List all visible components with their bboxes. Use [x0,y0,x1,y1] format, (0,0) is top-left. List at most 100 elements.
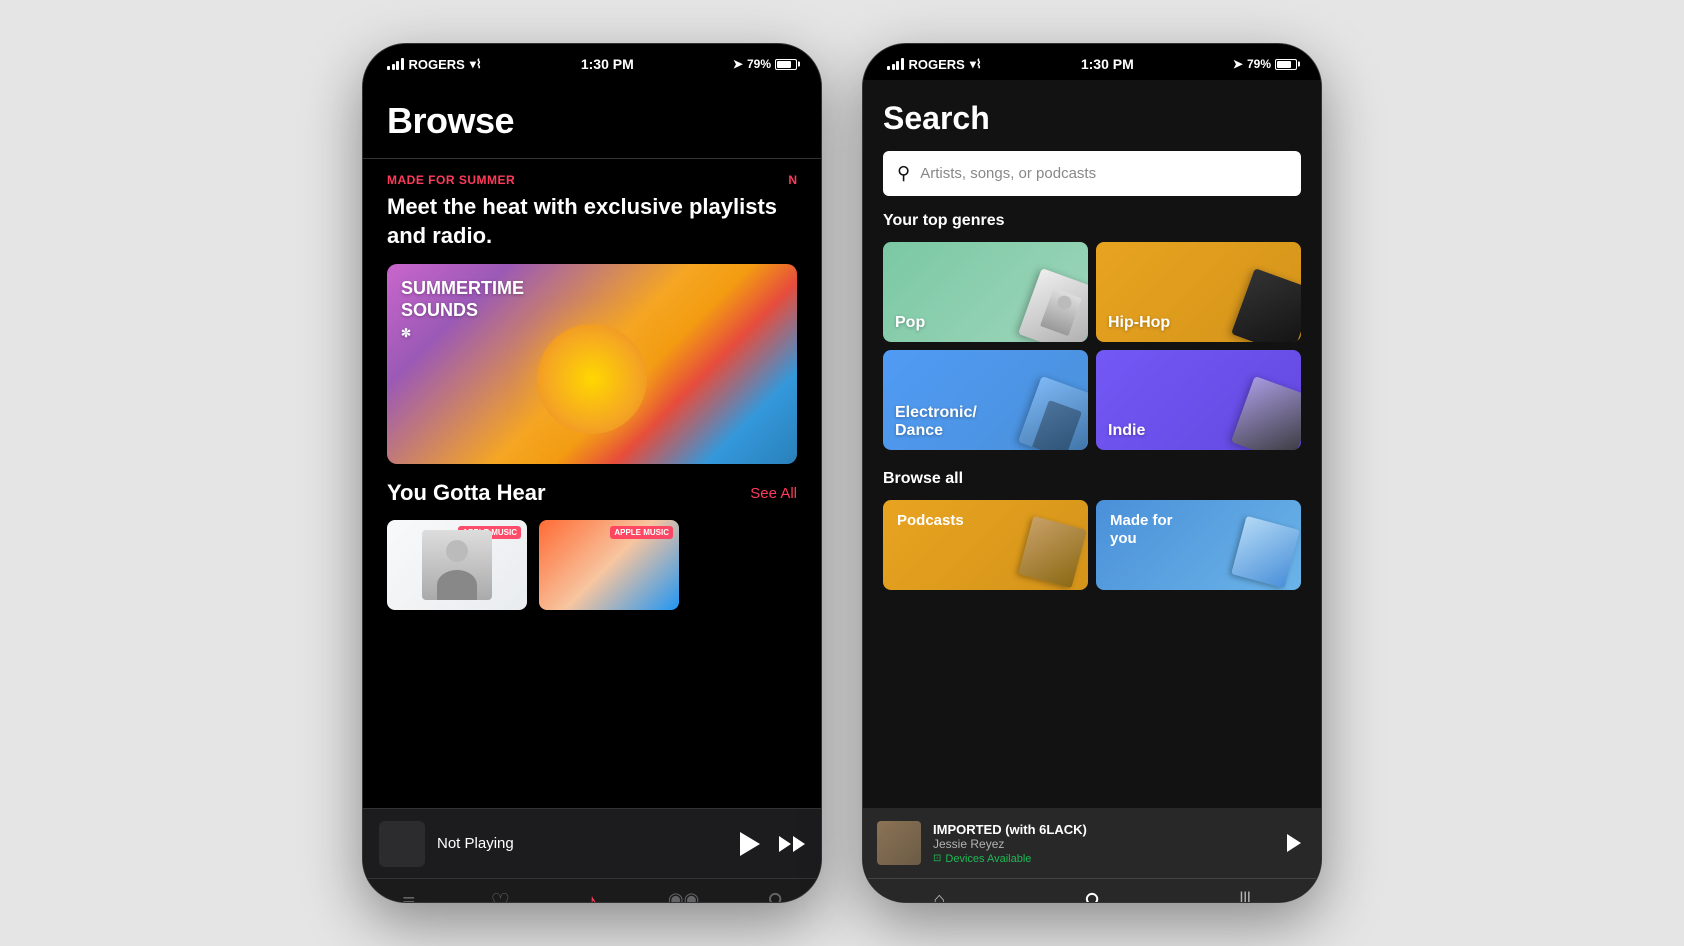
genre-hiphop-label: Hip-Hop [1108,314,1170,332]
device-icon: ⊡ [933,853,941,864]
genre-pop[interactable]: Pop [883,242,1088,342]
signal-bar [887,66,890,70]
tab-radio[interactable]: ◉◉ Radio [638,889,730,903]
play-icon [740,832,760,856]
genre-pop-label: Pop [895,314,925,332]
now-playing-bar[interactable]: Not Playing [363,808,821,878]
np-title: Not Playing [437,835,721,852]
location-icon-2: ➤ [1233,57,1243,71]
np-artwork [379,821,425,867]
promo-tag: MADE FOR SUMMER [387,173,515,187]
signal-bar [392,64,395,70]
horizontal-cards: APPLE MUSIC APPLE MUSIC [363,520,821,610]
genre-hiphop[interactable]: Hip-Hop [1096,242,1301,342]
signal-bar [896,61,899,70]
battery-icon-2 [1275,59,1297,70]
phone2-content[interactable]: Search ⚲ Artists, songs, or podcasts You… [863,80,1321,808]
browse-all-title: Browse all [883,470,1301,488]
status-bar-1: ROGERS ▾⌇ 1:30 PM ➤ 79% [363,44,821,80]
np2-artwork [877,821,921,865]
carrier-1: ROGERS [409,57,465,72]
card-person-1 [422,530,492,600]
promo-row: MADE FOR SUMMER N [387,173,797,193]
browse-podcasts[interactable]: Podcasts [883,500,1088,590]
status-right-2: ➤ 79% [1233,57,1297,71]
search-icon-1: ⚲ [767,889,783,903]
section-title: You Gotta Hear [387,480,546,506]
genre-pop-artwork [1018,268,1088,342]
phone-spotify: ROGERS ▾⌇ 1:30 PM ➤ 79% Search ⚲ Artists… [862,43,1322,903]
tab-library[interactable]: ≡ Library [363,889,455,903]
search-placeholder[interactable]: Artists, songs, or podcasts [920,165,1096,182]
genres-section: Your top genres Pop [863,212,1321,590]
location-icon-1: ➤ [733,57,743,71]
device-text: Devices Available [945,853,1031,865]
tab-search-1[interactable]: ⚲ Search [729,889,821,903]
phone1-content[interactable]: Browse MADE FOR SUMMER N Meet the heat w… [363,80,821,808]
sun-circle [537,324,647,434]
np-info: Not Playing [437,835,721,852]
tab-for-you[interactable]: ♡ For You [455,889,547,903]
tab2-your-library[interactable]: ||| Your Library [1168,889,1321,903]
library-icon-2: ||| [1239,889,1250,903]
album-text: SUMMERTIMESOUNDS✼ [401,278,524,343]
status-left-2: ROGERS ▾⌇ [887,57,982,72]
signal-bars-1 [387,58,404,70]
search-header: Search ⚲ Artists, songs, or podcasts [863,80,1321,212]
battery-fill-2 [1277,61,1291,68]
browse-made-for-you[interactable]: Made foryou [1096,500,1301,590]
apple-music-badge-2: APPLE MUSIC [610,526,673,539]
tab2-home[interactable]: ⌂ Home [863,889,1016,903]
genres-grid: Pop Hip-Hop [883,242,1301,450]
signal-bar [401,58,404,70]
genre-electronic-artwork [1018,376,1088,450]
signal-bar [892,64,895,70]
browse-header: Browse [363,80,821,158]
music-card-1[interactable]: APPLE MUSIC [387,520,527,610]
carrier-2: ROGERS [909,57,965,72]
genre-indie[interactable]: Indie [1096,350,1301,450]
np2-title: IMPORTED (with 6LACK) [933,822,1267,837]
play-icon-spotify [1282,832,1304,854]
wifi-icon-2: ▾⌇ [970,57,982,71]
browse-all-grid: Podcasts Made foryou [883,500,1301,590]
tab-browse[interactable]: ♪ Browse [546,889,638,903]
signal-bar [901,58,904,70]
battery-fill-1 [777,61,791,68]
time-2: 1:30 PM [1081,56,1134,72]
signal-bar [387,66,390,70]
browse-title: Browse [387,100,797,142]
album-artwork[interactable]: SUMMERTIMESOUNDS✼ [387,264,797,464]
status-right-1: ➤ 79% [733,57,797,71]
tab-bar-1: ≡ Library ♡ For You ♪ Browse ◉◉ Radio ⚲ … [363,878,821,903]
ff-icon-2 [793,836,805,852]
promo-section[interactable]: MADE FOR SUMMER N Meet the heat with exc… [363,158,821,464]
promo-next-indicator: N [788,173,797,193]
now-playing-bar-2[interactable]: IMPORTED (with 6LACK) Jessie Reyez ⊡ Dev… [863,808,1321,878]
fast-forward-button[interactable] [779,836,805,852]
status-left-1: ROGERS ▾⌇ [387,57,482,72]
np-controls [733,829,805,859]
np2-play-button[interactable] [1279,829,1307,857]
np2-info: IMPORTED (with 6LACK) Jessie Reyez ⊡ Dev… [933,822,1267,865]
time-1: 1:30 PM [581,56,634,72]
genre-electronic-label: Electronic/Dance [895,404,977,440]
promo-description: Meet the heat with exclusive playlists a… [387,193,797,250]
signal-bar [396,61,399,70]
battery-pct-2: 79% [1247,57,1271,71]
section-header: You Gotta Hear See All [363,480,821,520]
tab-bar-2: ⌂ Home ⚲ Search ||| Your Library [863,878,1321,903]
phone-apple-music: ROGERS ▾⌇ 1:30 PM ➤ 79% Browse MADE FOR … [362,43,822,903]
status-bar-2: ROGERS ▾⌇ 1:30 PM ➤ 79% [863,44,1321,80]
genre-electronic[interactable]: Electronic/Dance [883,350,1088,450]
tab2-search[interactable]: ⚲ Search [1016,889,1169,903]
np2-device: ⊡ Devices Available [933,853,1267,865]
see-all-link[interactable]: See All [750,485,797,502]
play-button[interactable] [733,829,763,859]
music-card-2[interactable]: APPLE MUSIC [539,520,679,610]
search-input-bar[interactable]: ⚲ Artists, songs, or podcasts [883,151,1301,196]
np2-artist: Jessie Reyez [933,837,1267,851]
ff-icon-1 [779,836,791,852]
radio-icon: ◉◉ [668,889,699,903]
battery-pct-1: 79% [747,57,771,71]
